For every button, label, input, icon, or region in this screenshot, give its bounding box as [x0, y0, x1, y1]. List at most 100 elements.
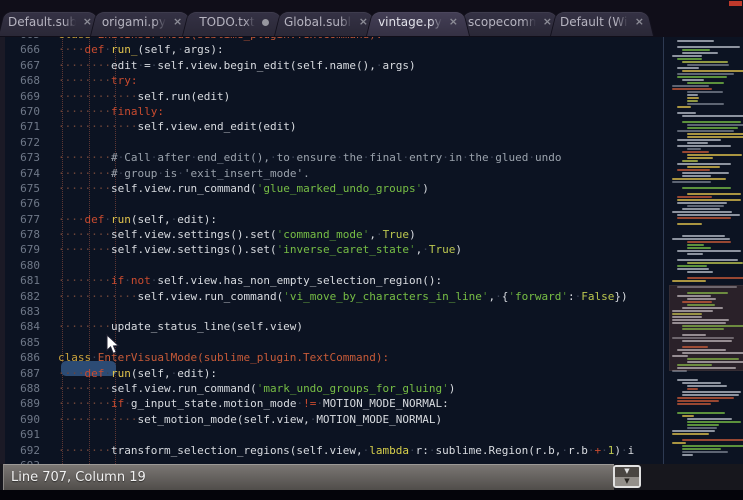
minimap-line	[672, 280, 706, 282]
tab-close-icon[interactable]: ×	[635, 17, 644, 27]
tab-inner: origami.py×	[90, 8, 194, 36]
minimap-line	[677, 412, 725, 414]
status-bar-panel: Line 707, Column 19	[3, 464, 614, 491]
minimap-line	[682, 115, 743, 117]
tab-inner: Default.sublim×	[0, 8, 102, 36]
minimap-line	[677, 106, 691, 108]
tab-todo.txt[interactable]: TODO.txt	[182, 8, 286, 36]
minimap-viewport-indicator[interactable]	[669, 285, 743, 371]
minimap-line	[677, 169, 710, 171]
line-content: ········#·Call·after·end_edit(),·to·ensu…	[40, 150, 561, 165]
line-number: 684	[5, 319, 40, 334]
code-line-675: 675········self.view.run_command('glue_m…	[5, 181, 743, 196]
tab-bar: Default.sublim×origami.py× TODO.txt Global…	[0, 0, 743, 37]
line-number: 690	[5, 412, 40, 427]
minimap-line	[682, 448, 721, 450]
minimap-line	[687, 241, 731, 243]
minimap-line	[677, 199, 741, 201]
line-content: ········update_status_line(self.view)	[40, 319, 303, 334]
minimap-line	[682, 70, 743, 72]
minimap-line	[677, 265, 707, 267]
line-number: 673	[5, 150, 40, 165]
minimap[interactable]	[669, 37, 743, 464]
mouse-cursor	[106, 334, 121, 355]
line-content	[40, 335, 58, 350]
minimap-line	[687, 262, 743, 264]
code-line-667: 667········edit·=·self.view.begin_edit(s…	[5, 58, 743, 73]
code-line-676: 676	[5, 196, 743, 211]
tab-default-windo[interactable]: Default (Windo×	[550, 8, 654, 36]
tab-close-icon[interactable]: ×	[449, 17, 458, 27]
minimap-line	[687, 271, 713, 273]
line-number: 674	[5, 166, 40, 181]
line-number: 692	[5, 443, 40, 458]
minimap-line	[669, 373, 743, 375]
minimap-line	[677, 202, 727, 204]
minimap-line	[677, 397, 734, 399]
line-content	[40, 135, 58, 150]
minimap-line	[669, 406, 743, 408]
line-number: 671	[5, 119, 40, 134]
tab-close-icon[interactable]: ×	[173, 17, 182, 27]
minimap-line	[682, 61, 728, 63]
line-number: 689	[5, 396, 40, 411]
line-content	[40, 458, 58, 464]
minimap-line	[677, 73, 734, 75]
minimap-line	[682, 121, 741, 123]
line-content: ····def·run(self,·edit):	[40, 366, 217, 381]
line-content	[40, 427, 58, 442]
minimap-line	[687, 124, 743, 126]
code-line-666: 666····def·run_(self,·args):	[5, 42, 743, 57]
code-line-677: 677····def·run(self,·edit):	[5, 212, 743, 227]
line-content: class·EnterVisualMode(sublime_plugin.Tex…	[40, 350, 389, 365]
minimap-line	[677, 145, 731, 147]
code-line-668: 668········try:	[5, 73, 743, 88]
minimap-line	[682, 439, 743, 441]
sublime-text-window: { "tabs": [ {"label":"Default.sublim","i…	[0, 0, 743, 500]
tab-default.sublim[interactable]: Default.sublim×	[0, 8, 102, 36]
line-number: 693	[5, 458, 40, 464]
scroll-down-icon[interactable]: ▼	[615, 467, 639, 477]
tab-vintage.py[interactable]: vintage.py×	[366, 8, 470, 36]
line-number: 691	[5, 427, 40, 442]
minimap-line	[687, 127, 738, 129]
minimap-line	[687, 424, 719, 426]
titlebar-red-indicator	[729, 1, 742, 6]
minimap-line	[677, 223, 702, 225]
column-ruler	[663, 37, 664, 464]
minimap-line	[669, 220, 743, 222]
minimap-line	[677, 130, 734, 132]
scroll-stepper-button[interactable]: ▼ ▼	[613, 465, 641, 488]
line-content: ········self.view.settings().set('comman…	[40, 227, 416, 242]
tab-scopecommand[interactable]: scopecommand×	[458, 8, 562, 36]
line-number: 682	[5, 289, 40, 304]
minimap-line	[687, 205, 724, 207]
minimap-line	[687, 427, 717, 429]
code-editor[interactable]: 665class·ExitInsertMode(sublime_plugin.T…	[0, 37, 743, 464]
minimap-line	[669, 274, 743, 276]
code-line-682: 682············self.view.run_command('vi…	[5, 289, 743, 304]
tab-inner: vintage.py×	[366, 8, 470, 36]
tab-origami.py[interactable]: origami.py×	[90, 8, 194, 36]
tab-global.sublime[interactable]: Global.sublime×	[274, 8, 378, 36]
line-number: 678	[5, 227, 40, 242]
code-line-689: 689········if·g_input_state.motion_mode·…	[5, 396, 743, 411]
line-content: ········self.view.settings().set('invers…	[40, 242, 462, 257]
minimap-line	[669, 226, 743, 228]
tab-inner: TODO.txt	[182, 8, 286, 36]
line-number: 672	[5, 135, 40, 150]
minimap-line	[687, 277, 743, 279]
tab-label: TODO.txt	[199, 15, 254, 29]
line-number: 667	[5, 58, 40, 73]
line-content: ············self.run(edit)	[40, 89, 230, 104]
minimap-line	[687, 64, 729, 66]
minimap-line	[677, 46, 740, 48]
line-content	[40, 304, 58, 319]
minimap-line	[677, 139, 721, 141]
minimap-line	[672, 85, 709, 87]
status-bar: Line 707, Column 19 ▼ ▼	[0, 464, 743, 490]
line-content	[40, 258, 58, 273]
cursor-position-label: Line 707, Column 19	[4, 470, 146, 485]
line-number: 686	[5, 350, 40, 365]
scroll-down-icon[interactable]: ▼	[615, 477, 639, 487]
